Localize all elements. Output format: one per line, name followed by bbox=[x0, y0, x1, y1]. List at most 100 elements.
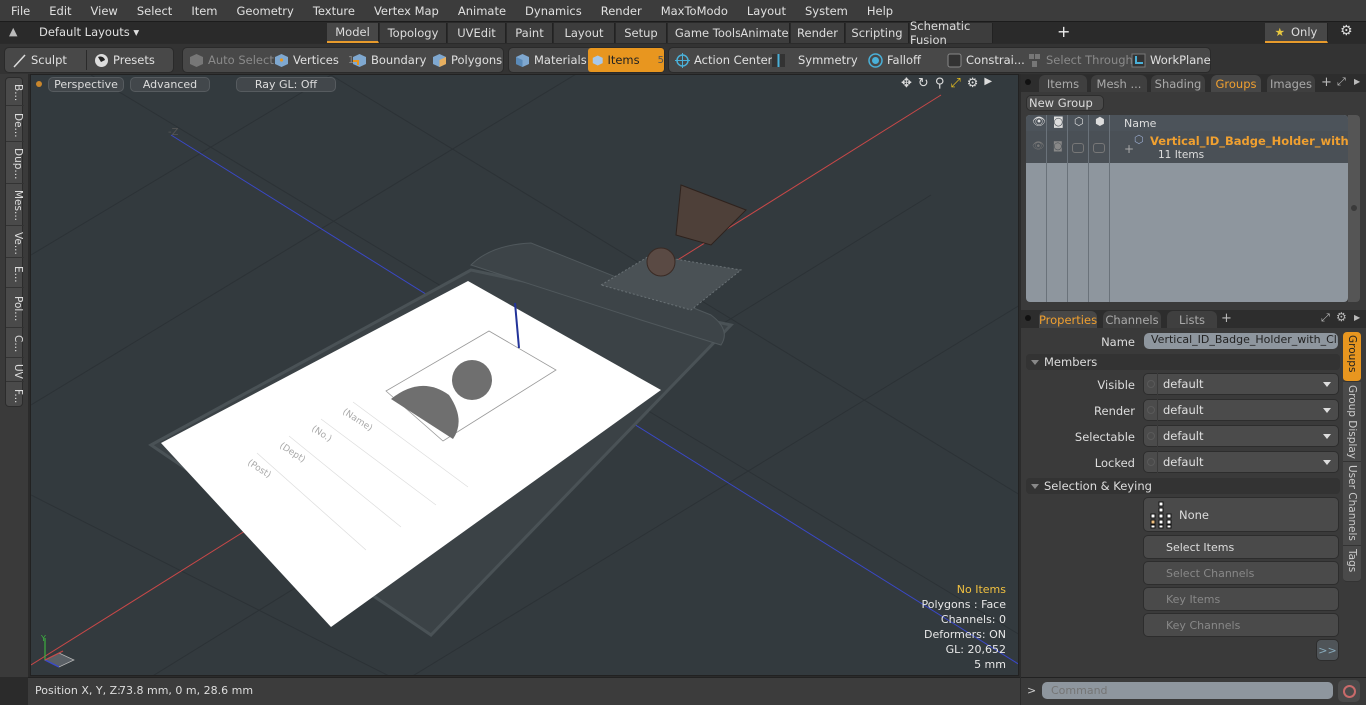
command-input[interactable] bbox=[1042, 682, 1333, 699]
view-mode-button[interactable]: Perspective bbox=[48, 77, 124, 92]
left-tab-edge[interactable]: E... bbox=[6, 258, 24, 288]
side-tab-group-display[interactable]: Group Display bbox=[1343, 382, 1361, 462]
side-tab-groups[interactable]: Groups bbox=[1343, 332, 1361, 382]
name-field[interactable]: Vertical_ID_Badge_Holder_with_Clip ( bbox=[1144, 333, 1338, 349]
vertices-button[interactable]: Vertices 1 bbox=[270, 48, 354, 72]
panel-options-dot[interactable] bbox=[1025, 79, 1031, 85]
left-tab-deform[interactable]: De... bbox=[6, 106, 24, 142]
left-tab-vertex[interactable]: Ve... bbox=[6, 226, 24, 258]
tab-layout[interactable]: Layout bbox=[554, 23, 615, 43]
viewport-gear-icon[interactable]: ⚙ bbox=[967, 76, 979, 91]
tab-topology[interactable]: Topology bbox=[380, 23, 447, 43]
left-tab-polygon[interactable]: Pol... bbox=[6, 288, 24, 328]
tab-schematic-fusion[interactable]: Schematic Fusion bbox=[910, 19, 993, 47]
tab-render[interactable]: Render bbox=[791, 23, 845, 43]
move-view-icon[interactable]: ✥ bbox=[901, 76, 912, 91]
auto-select-button[interactable]: Auto Select bbox=[185, 48, 274, 72]
constraints-button[interactable]: Constrai... bbox=[943, 48, 1025, 72]
zoom-view-icon[interactable]: ⚲ bbox=[935, 76, 945, 91]
key-channels-button[interactable]: Key Channels bbox=[1143, 613, 1339, 637]
more-options-button[interactable]: >> bbox=[1316, 639, 1339, 661]
group-lock-toggle[interactable] bbox=[1093, 143, 1105, 153]
symmetry-button[interactable]: Symmetry bbox=[767, 48, 858, 72]
menu-edit[interactable]: Edit bbox=[38, 4, 79, 18]
left-tab-curve[interactable]: C... bbox=[6, 328, 24, 358]
group-name[interactable]: Vertical_ID_Badge_Holder_with ... bbox=[1150, 134, 1348, 148]
render-column-camera-icon[interactable]: ◙ bbox=[1053, 115, 1064, 128]
group-visibility-eye-icon[interactable]: 👁 bbox=[1032, 141, 1045, 152]
add-tab-icon[interactable]: + bbox=[1321, 75, 1332, 90]
tab-scripting[interactable]: Scripting bbox=[846, 23, 909, 43]
viewport-more-icon[interactable]: ▶ bbox=[984, 76, 992, 91]
menu-render[interactable]: Render bbox=[590, 4, 650, 18]
groups-list-scrollbar[interactable] bbox=[1348, 115, 1360, 302]
group-selectable-toggle[interactable] bbox=[1072, 143, 1084, 153]
add-layout-tab-button[interactable]: + bbox=[1057, 22, 1070, 41]
action-center-button[interactable]: Action Center bbox=[671, 48, 772, 72]
visible-dropdown[interactable]: default bbox=[1143, 373, 1339, 395]
record-macro-button[interactable] bbox=[1338, 680, 1360, 702]
left-tab-basic[interactable]: B... bbox=[6, 78, 24, 106]
properties-options-dot[interactable] bbox=[1025, 315, 1031, 321]
properties-gear-icon[interactable]: ⚙ bbox=[1336, 310, 1347, 324]
left-tab-duplicate[interactable]: Dup... bbox=[6, 142, 24, 184]
menu-texture[interactable]: Texture bbox=[302, 4, 363, 18]
locked-dropdown[interactable]: default bbox=[1143, 451, 1339, 473]
tab-setup[interactable]: Setup bbox=[616, 23, 667, 43]
tab-properties[interactable]: Properties bbox=[1039, 311, 1097, 328]
tab-groups[interactable]: Groups bbox=[1211, 75, 1261, 92]
tab-channels[interactable]: Channels bbox=[1103, 311, 1161, 328]
select-column-cube-icon[interactable]: ⬡ bbox=[1074, 115, 1084, 128]
side-tab-user-channels[interactable]: User Channels bbox=[1343, 462, 1361, 546]
left-tab-mesh-edit[interactable]: Mes... bbox=[6, 184, 24, 226]
menu-item[interactable]: Item bbox=[180, 4, 225, 18]
add-properties-tab-icon[interactable]: + bbox=[1221, 311, 1232, 326]
maximize-view-icon[interactable]: ⤢ bbox=[950, 76, 960, 91]
side-tab-tags[interactable]: Tags bbox=[1343, 546, 1361, 582]
selection-keying-section[interactable]: Selection & Keying bbox=[1026, 478, 1340, 494]
menu-vertex-map[interactable]: Vertex Map bbox=[363, 4, 447, 18]
selectable-dropdown[interactable]: default bbox=[1143, 425, 1339, 447]
falloff-button[interactable]: Falloff bbox=[864, 48, 921, 72]
members-section[interactable]: Members bbox=[1026, 354, 1340, 370]
menu-system[interactable]: System bbox=[794, 4, 856, 18]
polygons-button[interactable]: Polygons bbox=[428, 48, 502, 72]
left-tab-uv[interactable]: UV bbox=[6, 358, 24, 382]
rotate-view-icon[interactable]: ↻ bbox=[918, 76, 929, 91]
sculpt-button[interactable]: Sculpt bbox=[8, 48, 67, 72]
layouts-dropdown[interactable]: Default Layouts ▾ bbox=[39, 25, 139, 39]
new-group-button[interactable]: New Group bbox=[1026, 95, 1104, 111]
select-through-button[interactable]: Select Through bbox=[1023, 48, 1133, 72]
materials-button[interactable]: Materials bbox=[511, 48, 587, 72]
tab-paint[interactable]: Paint bbox=[507, 23, 553, 43]
only-toggle[interactable]: ★ Only bbox=[1265, 23, 1328, 43]
menu-select[interactable]: Select bbox=[126, 4, 180, 18]
properties-expand-icon[interactable]: ⤢ bbox=[1321, 311, 1330, 325]
menu-geometry[interactable]: Geometry bbox=[226, 4, 302, 18]
properties-more-icon[interactable]: ▶ bbox=[1354, 313, 1360, 322]
menu-file[interactable]: File bbox=[0, 4, 38, 18]
shading-mode-button[interactable]: Advanced bbox=[130, 77, 210, 92]
workplane-button[interactable]: WorkPlane bbox=[1127, 48, 1211, 72]
tab-model[interactable]: Model bbox=[327, 23, 379, 43]
lock-column-cube-icon[interactable]: ⬢ bbox=[1095, 115, 1105, 128]
left-tab-fusion[interactable]: F... bbox=[6, 382, 24, 408]
menu-view[interactable]: View bbox=[80, 4, 126, 18]
menu-help[interactable]: Help bbox=[856, 4, 901, 18]
menu-maxtomodo[interactable]: MaxToModo bbox=[650, 4, 736, 18]
tab-uvedit[interactable]: UVEdit bbox=[448, 23, 506, 43]
viewport-options-dot[interactable] bbox=[36, 81, 42, 87]
tab-lists[interactable]: Lists bbox=[1167, 311, 1217, 328]
raygl-button[interactable]: Ray GL: Off bbox=[236, 77, 336, 92]
gear-icon[interactable]: ⚙ bbox=[1340, 23, 1353, 39]
menu-animate[interactable]: Animate bbox=[447, 4, 514, 18]
tab-animate[interactable]: Animate bbox=[740, 23, 790, 43]
visibility-column-eye-icon[interactable]: 👁 bbox=[1032, 115, 1046, 128]
tab-items[interactable]: Items bbox=[1039, 75, 1087, 92]
presets-button[interactable]: Presets bbox=[90, 48, 155, 72]
3d-viewport[interactable]: -Z (Name) (No.) (Dept) (Post) Y Perspect… bbox=[30, 74, 1019, 676]
collapse-up-icon[interactable]: ▲ bbox=[9, 25, 17, 38]
render-dropdown[interactable]: default bbox=[1143, 399, 1339, 421]
group-render-camera-icon[interactable]: ◙ bbox=[1053, 141, 1063, 152]
selection-set-dropdown[interactable]: None bbox=[1143, 497, 1339, 532]
